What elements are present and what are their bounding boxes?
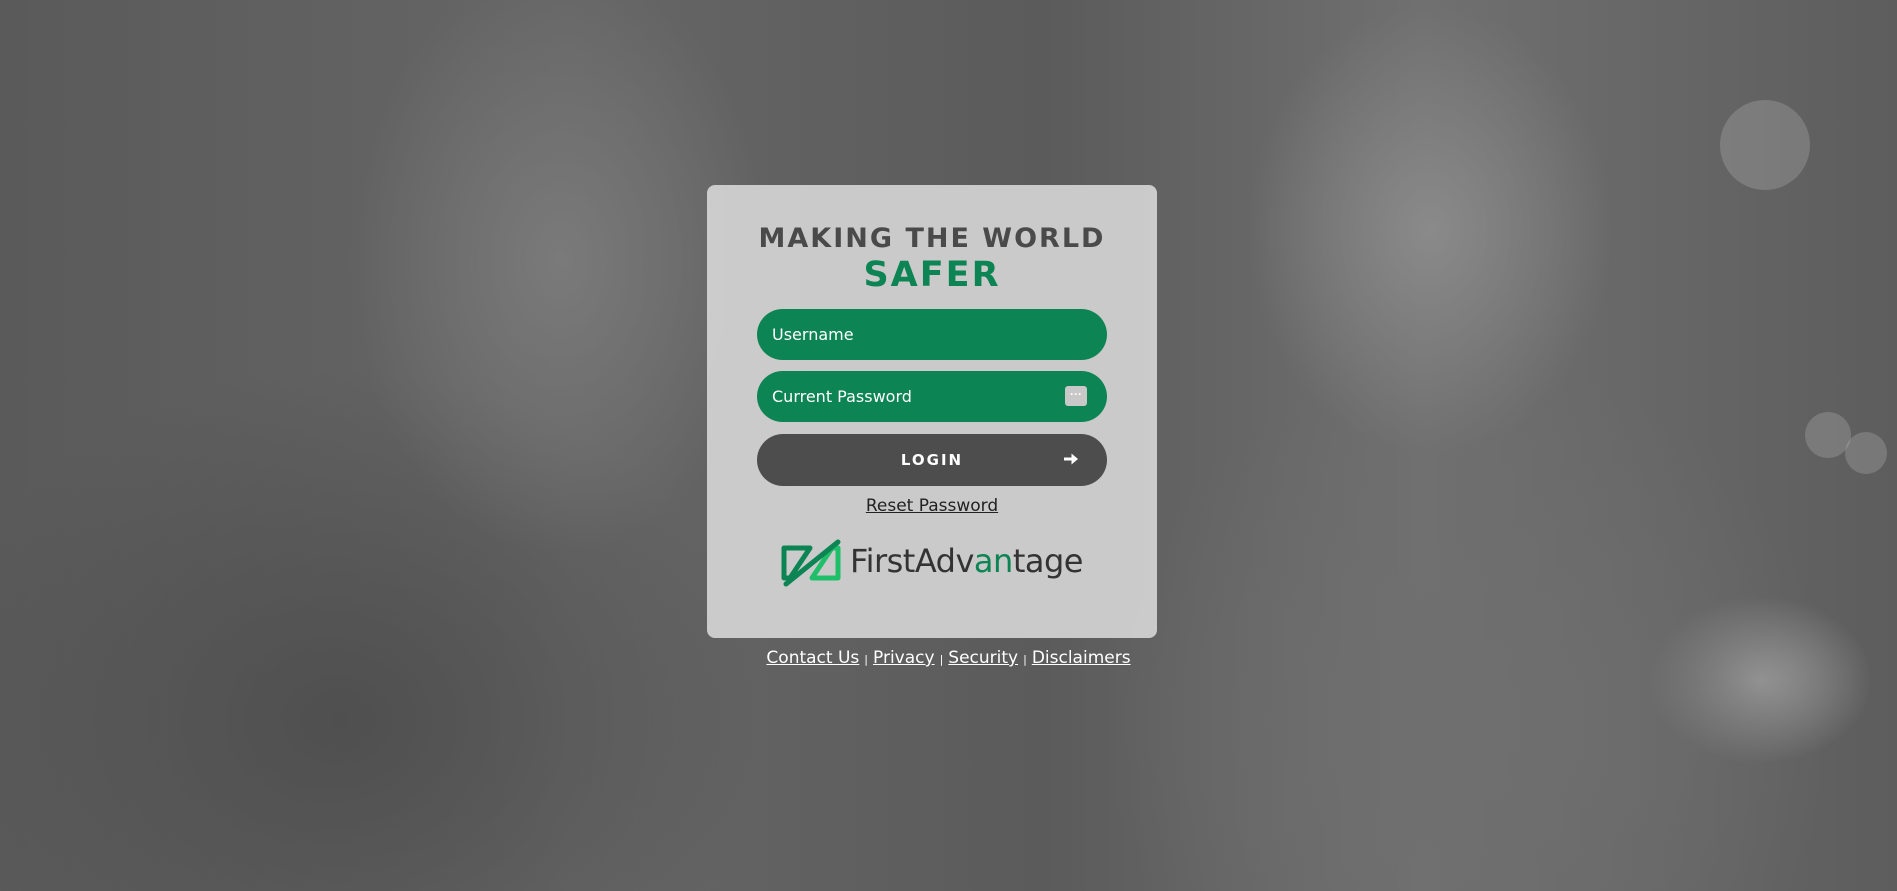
- login-label: LOGIN: [900, 451, 964, 469]
- reset-password-link[interactable]: Reset Password: [866, 496, 998, 516]
- contact-us-link[interactable]: Contact Us: [766, 648, 859, 668]
- footer-separator: |: [864, 653, 868, 666]
- footer-separator: |: [939, 653, 944, 666]
- background-bokeh: [1845, 432, 1887, 474]
- logo-wordmark: FirstAdvantage: [850, 542, 1083, 580]
- first-advantage-logo: FirstAdvantage: [780, 538, 1085, 588]
- login-button[interactable]: LOGIN: [757, 434, 1107, 486]
- username-field-wrapper: [757, 309, 1107, 360]
- privacy-link[interactable]: Privacy: [873, 648, 935, 668]
- password-field-wrapper: ···: [757, 371, 1107, 422]
- login-card: MAKING THE WORLD SAFER ··· LOGIN Reset P…: [707, 185, 1157, 638]
- password-dots-icon[interactable]: ···: [1065, 386, 1087, 406]
- background-bokeh: [1720, 100, 1810, 190]
- disclaimers-link[interactable]: Disclaimers: [1032, 648, 1131, 668]
- password-input[interactable]: [757, 371, 1107, 422]
- headline-line2: SAFER: [863, 255, 1001, 295]
- arrow-right-icon: [1064, 453, 1078, 465]
- headline-line1: MAKING THE WORLD: [758, 223, 1106, 254]
- footer-links: Contact Us | Privacy | Security | Disclaimers: [0, 648, 1897, 668]
- username-input[interactable]: [757, 309, 1107, 360]
- security-link[interactable]: Security: [948, 648, 1018, 668]
- first-advantage-logo-icon: [781, 539, 841, 587]
- footer-separator: |: [1023, 653, 1027, 666]
- logo-text-part1: FirstAdv: [850, 542, 974, 580]
- logo-text-accent: an: [973, 542, 1013, 580]
- logo-text-part3: tage: [1012, 542, 1084, 580]
- reset-password-container: Reset Password: [707, 496, 1157, 516]
